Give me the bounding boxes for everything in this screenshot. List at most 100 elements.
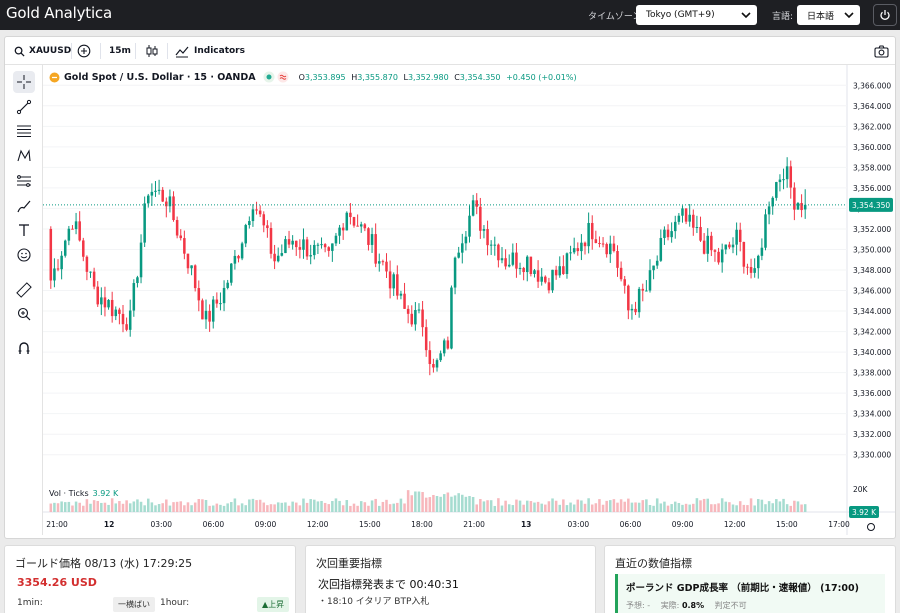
- volume-bar: [536, 501, 540, 512]
- volume-bar: [475, 504, 478, 512]
- symbol-search[interactable]: XAUUSD: [14, 37, 71, 65]
- candle-body: [107, 299, 110, 308]
- trendline-tool[interactable]: [13, 96, 35, 118]
- candle-body: [775, 182, 778, 198]
- chart-title: Gold Spot / U.S. Dollar · 15 · OANDA: [64, 71, 256, 83]
- volume-bar: [702, 498, 706, 512]
- fib-tool[interactable]: [13, 170, 35, 192]
- price-chart[interactable]: 3,366.000 3,364.000 3,362.000 3,360.000 3,35…: [43, 65, 895, 535]
- volume-bar: [457, 493, 460, 512]
- time-tick-label: 15:00: [776, 520, 798, 529]
- candle-body: [601, 243, 605, 245]
- language-select[interactable]: 日本語: [797, 5, 860, 25]
- ohlc-values: O3,353.895 H3,355.870 L3,352.980 C3,354.…: [298, 72, 577, 82]
- candle-body: [309, 255, 312, 257]
- candle-body: [63, 240, 67, 256]
- horizontal-lines-tool[interactable]: [13, 120, 35, 142]
- pattern-tool[interactable]: [13, 145, 35, 167]
- volume-bar: [518, 500, 522, 512]
- volume-bar: [605, 500, 608, 512]
- time-tick-label: 09:00: [672, 520, 694, 529]
- volume-value-label: 3.92 K: [852, 508, 877, 517]
- candle-body: [179, 235, 183, 239]
- candle-body: [161, 189, 164, 202]
- volume-bar: [583, 503, 587, 512]
- volume-bar: [461, 494, 464, 512]
- volume-bar: [645, 499, 648, 512]
- volume-bar: [771, 503, 774, 512]
- candle-body: [89, 271, 92, 273]
- candle-body: [796, 202, 800, 210]
- candle-body: [103, 297, 107, 308]
- time-tick-label: 17:00: [828, 520, 850, 529]
- indicators-button[interactable]: Indicators: [175, 37, 245, 65]
- candle-body: [652, 265, 655, 271]
- indicators-label: Indicators: [194, 46, 245, 56]
- candle-body: [439, 353, 442, 361]
- candle-body: [316, 244, 320, 246]
- candle-body: [60, 255, 63, 270]
- compare-button[interactable]: [77, 37, 91, 65]
- brush-tool[interactable]: [13, 195, 35, 217]
- candle-body: [489, 244, 493, 246]
- volume-bar: [334, 498, 338, 512]
- candle-body: [720, 249, 724, 263]
- timezone-select[interactable]: Tokyo (GMT+9): [636, 5, 757, 25]
- screenshot-button[interactable]: [874, 37, 889, 65]
- candle-body: [471, 200, 475, 216]
- time-tick-label: 03:00: [150, 520, 172, 529]
- volume-bar: [742, 504, 746, 512]
- time-tick-label: 06:00: [620, 520, 642, 529]
- volume-bar: [128, 503, 132, 512]
- volume-bar: [251, 498, 255, 512]
- candle-body: [96, 286, 99, 305]
- volume-bar: [666, 505, 670, 512]
- interval-button[interactable]: 15m: [109, 37, 131, 65]
- zoom-tool[interactable]: [13, 303, 35, 325]
- ruler-tool[interactable]: [13, 279, 35, 301]
- crosshair-tool[interactable]: [13, 71, 35, 93]
- price-tick-label: 3,358.000: [853, 163, 891, 172]
- volume-bar: [341, 505, 345, 512]
- candle-body: [757, 255, 760, 269]
- candle-body: [136, 277, 139, 284]
- volume-bar: [139, 501, 143, 512]
- candle-body: [710, 235, 713, 251]
- volume-bar: [298, 505, 302, 512]
- volume-bar: [67, 501, 71, 512]
- volume-bar: [753, 505, 756, 512]
- time-tick-label: 12:00: [724, 520, 746, 529]
- candle-body: [746, 266, 749, 268]
- volume-bar: [323, 502, 327, 512]
- volume-bar: [157, 504, 161, 512]
- magnet-tool[interactable]: [13, 337, 35, 359]
- volume-bar: [728, 502, 731, 512]
- volume-bar: [150, 502, 154, 512]
- candle-body: [428, 350, 432, 365]
- language-label: 言語:: [772, 12, 794, 22]
- candle-body: [598, 243, 601, 245]
- volume-bar: [222, 505, 226, 512]
- candle-body: [450, 287, 453, 349]
- chart-type-button[interactable]: [145, 37, 159, 65]
- candle-body: [183, 238, 186, 254]
- candle-body: [226, 282, 229, 288]
- volume-bar: [681, 504, 684, 512]
- volume-bar: [619, 499, 623, 512]
- emoji-tool[interactable]: [13, 244, 35, 266]
- power-button[interactable]: [873, 4, 897, 26]
- volume-bar: [569, 502, 572, 512]
- search-icon: [14, 46, 25, 57]
- volume-bar: [533, 502, 536, 512]
- volume-bar: [146, 498, 150, 512]
- candle-body: [728, 244, 731, 248]
- volume-bar: [695, 498, 699, 512]
- volume-bar: [396, 502, 399, 512]
- volume-bar: [53, 502, 56, 512]
- price-tick-label: 3,348.000: [853, 266, 891, 275]
- candle-body: [511, 252, 515, 265]
- volume-bar: [439, 496, 442, 512]
- text-tool[interactable]: [13, 219, 35, 241]
- volume-bar: [692, 503, 695, 512]
- volume-bar: [60, 501, 63, 512]
